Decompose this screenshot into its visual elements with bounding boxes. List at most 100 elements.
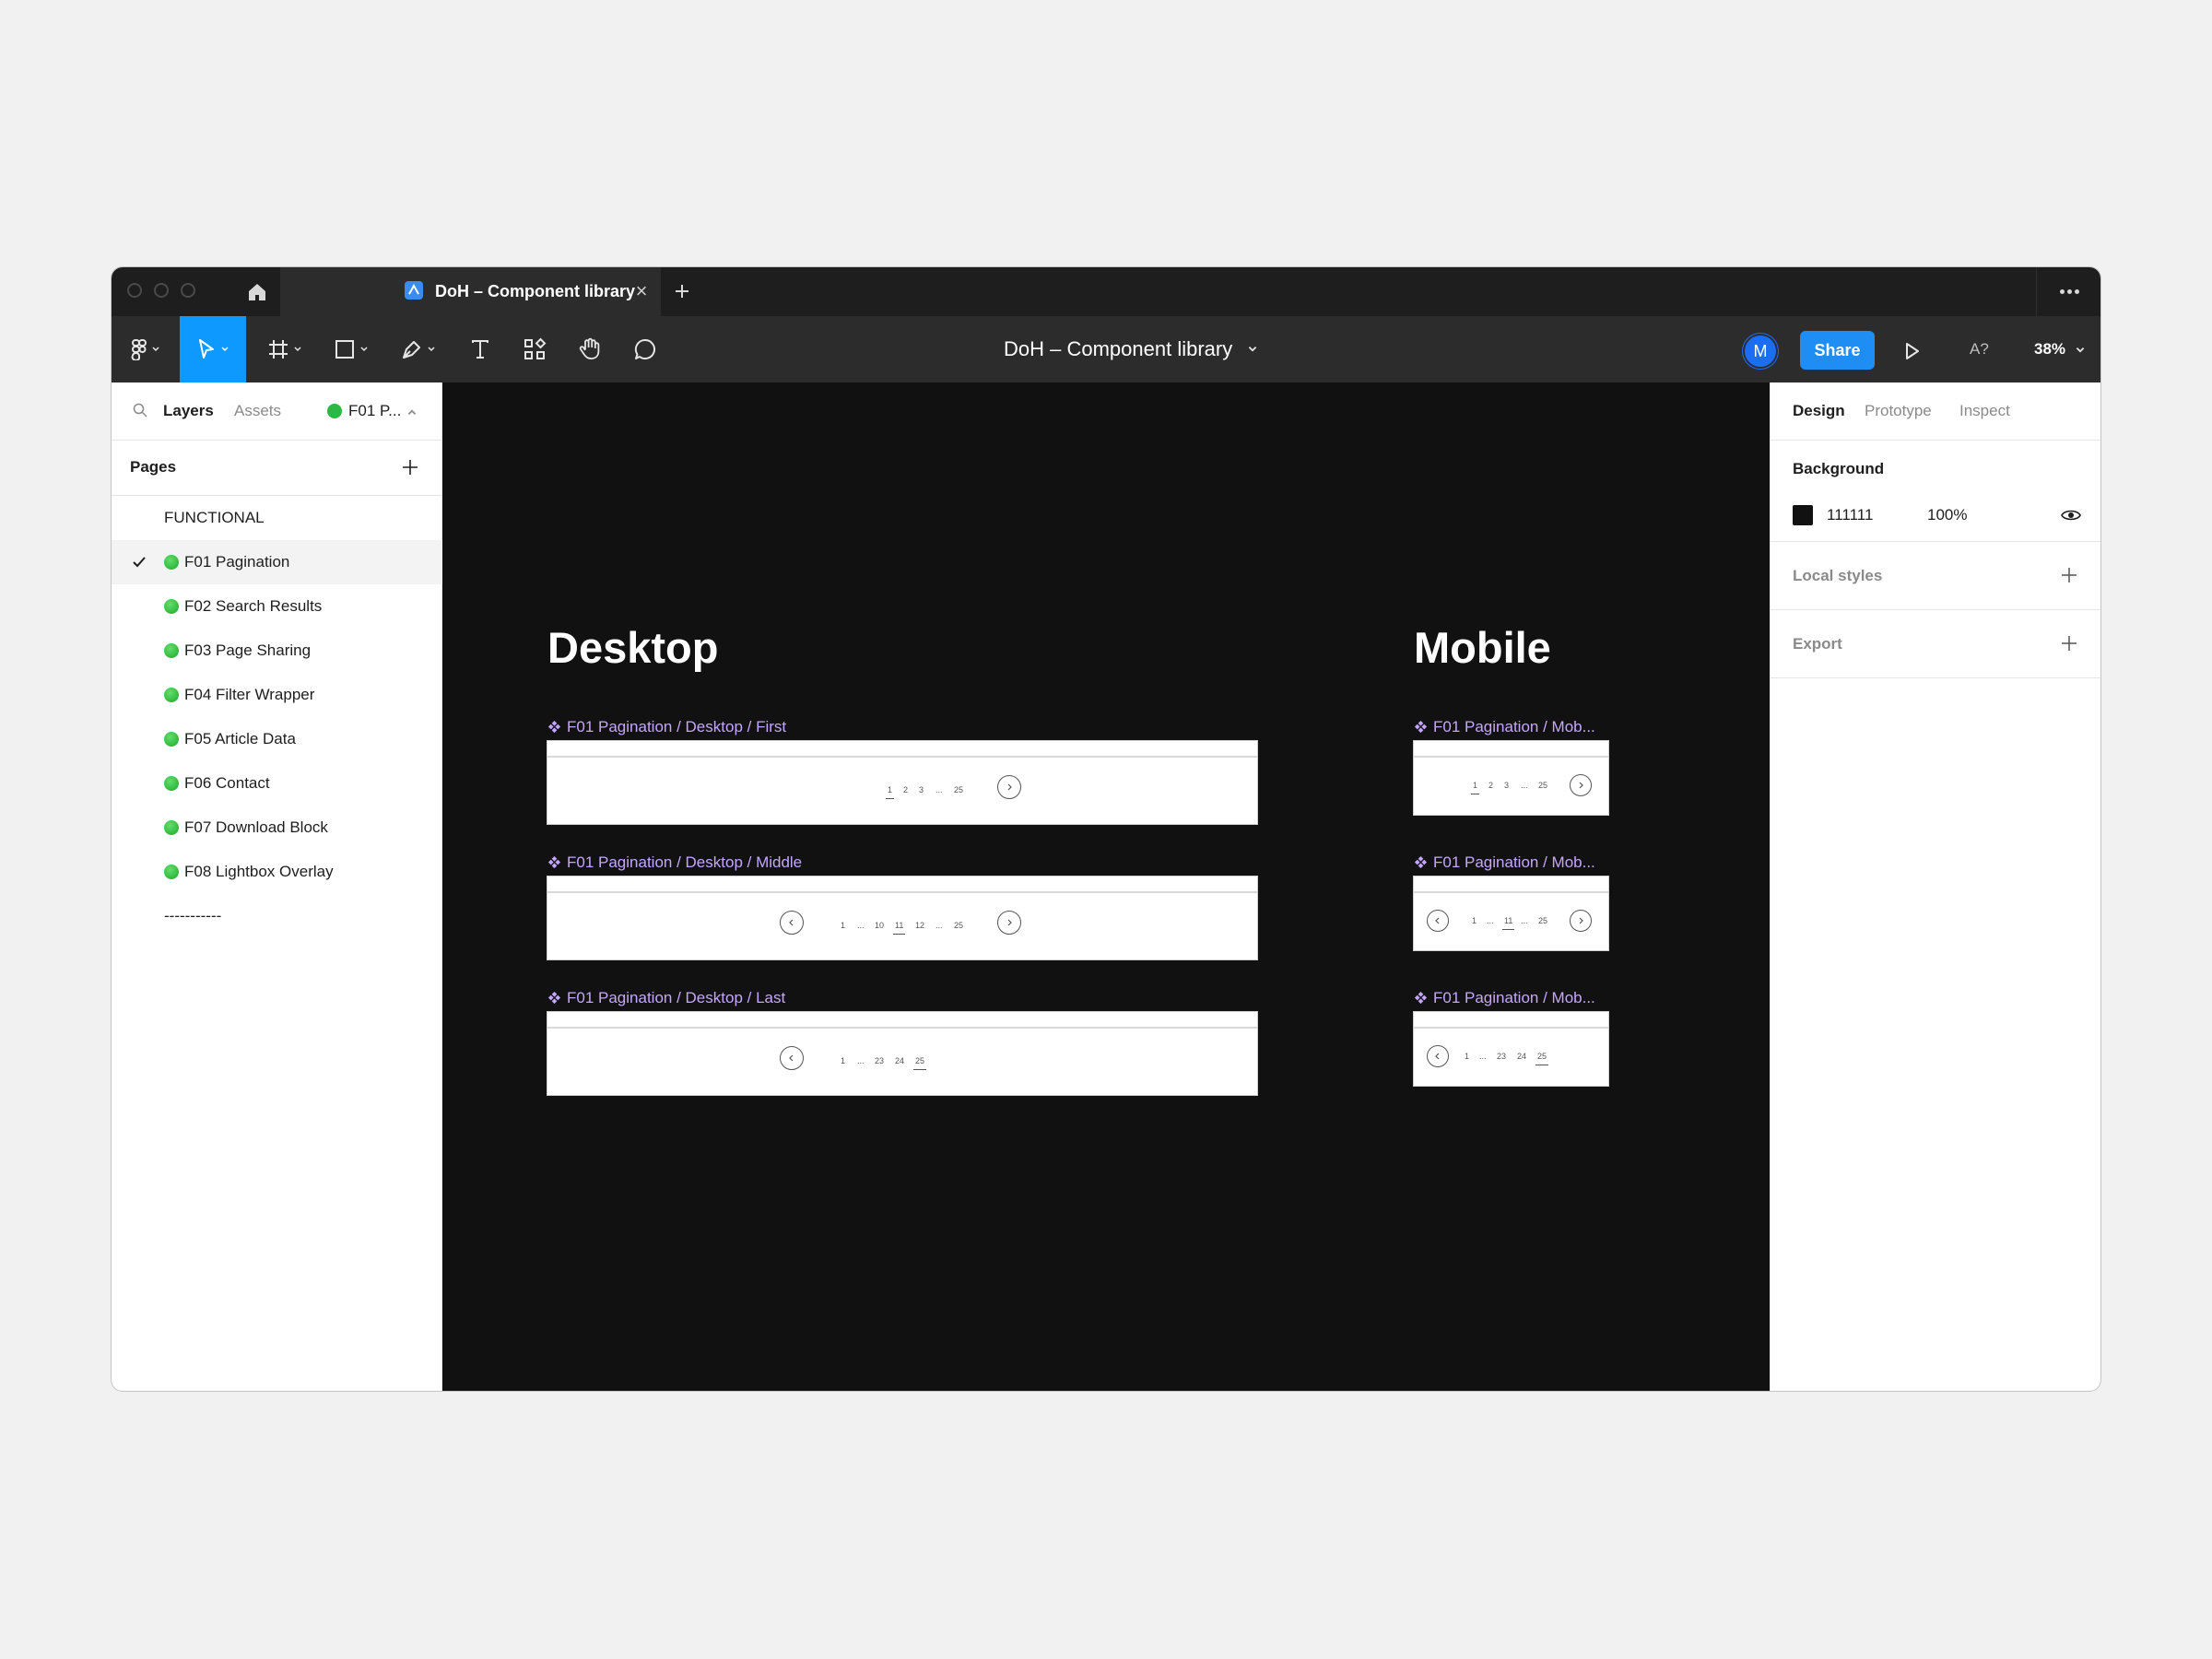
page-item-f05-article-data[interactable]: F05 Article Data <box>112 717 442 761</box>
document-title[interactable]: DoH – Component library <box>1004 316 1232 382</box>
page-number[interactable]: 25 <box>954 785 963 794</box>
page-item-divider[interactable]: ----------- <box>112 894 442 938</box>
page-number[interactable]: 24 <box>1517 1052 1526 1061</box>
window-minimize-button[interactable] <box>154 283 169 298</box>
page-item-f07-download-block[interactable]: F07 Download Block <box>112 806 442 850</box>
home-button[interactable] <box>234 267 280 316</box>
tab-design[interactable]: Design <box>1793 382 1845 440</box>
page-number[interactable]: 23 <box>875 1056 884 1065</box>
pagination-desktop-middle-frame[interactable]: 1 ... 10 11 12 ... 25 <box>547 877 1257 959</box>
page-item-f01-pagination[interactable]: F01 Pagination <box>112 540 442 584</box>
page-number[interactable]: 1 <box>1472 916 1477 925</box>
page-number[interactable]: 1 <box>885 785 895 799</box>
text-tool-button[interactable] <box>457 316 503 382</box>
chevron-down-icon[interactable] <box>1247 344 1258 355</box>
pagination-row: 1 2 3 ... 25 <box>547 784 1257 799</box>
tab-layers[interactable]: Layers <box>163 382 214 440</box>
chevron-right-icon <box>1007 783 1012 791</box>
page-number[interactable]: 2 <box>1488 781 1493 790</box>
more-menu-button[interactable] <box>2036 267 2100 316</box>
frame-label[interactable]: F01 Pagination / Desktop / Last <box>547 989 785 1007</box>
page-number[interactable]: 1 <box>841 921 845 930</box>
frame-tool-button[interactable] <box>257 316 312 382</box>
page-number[interactable]: 25 <box>912 1056 927 1070</box>
page-number[interactable]: 2 <box>903 785 908 794</box>
page-item-f02-search-results[interactable]: F02 Search Results <box>112 584 442 629</box>
background-hex-input[interactable]: 111111 <box>1827 505 1873 525</box>
missing-fonts-button[interactable]: A? <box>1970 316 1989 382</box>
page-item-f03-page-sharing[interactable]: F03 Page Sharing <box>112 629 442 673</box>
app-window: DoH – Component library × DoH – Componen… <box>112 267 2100 1391</box>
page-item-f08-lightbox-overlay[interactable]: F08 Lightbox Overlay <box>112 850 442 894</box>
page-number[interactable]: 25 <box>1535 1052 1549 1065</box>
share-button[interactable]: Share <box>1800 331 1875 370</box>
chevron-down-icon[interactable] <box>2075 345 2086 356</box>
window-zoom-button[interactable] <box>181 283 195 298</box>
frame-label[interactable]: F01 Pagination / Mob... <box>1414 989 1595 1007</box>
next-page-button[interactable] <box>997 775 1021 799</box>
add-style-plus-icon[interactable] <box>2059 565 2079 585</box>
current-page-switcher[interactable]: F01 P... <box>348 382 401 440</box>
page-number[interactable]: 11 <box>892 921 906 935</box>
move-tool-button[interactable] <box>180 316 246 382</box>
pagination-desktop-first-frame[interactable]: 1 2 3 ... 25 <box>547 741 1257 824</box>
page-number[interactable]: 23 <box>1497 1052 1506 1061</box>
divider <box>1414 891 1608 893</box>
zoom-level-button[interactable]: 38% <box>2034 316 2065 382</box>
add-export-plus-icon[interactable] <box>2059 633 2079 653</box>
eye-icon[interactable] <box>2061 506 2081 524</box>
page-item-f06-contact[interactable]: F06 Contact <box>112 761 442 806</box>
next-page-button[interactable] <box>1570 910 1592 932</box>
frame-label[interactable]: F01 Pagination / Mob... <box>1414 853 1595 872</box>
ellipsis: ... <box>857 1056 865 1065</box>
pagination-desktop-last-frame[interactable]: 1 ... 23 24 25 <box>547 1012 1257 1095</box>
resources-tool-button[interactable] <box>512 316 558 382</box>
page-number[interactable]: 25 <box>1538 781 1547 790</box>
new-tab-plus-icon[interactable] <box>670 279 694 303</box>
hand-tool-button[interactable] <box>567 316 613 382</box>
page-number[interactable]: 10 <box>875 921 884 930</box>
tab-prototype[interactable]: Prototype <box>1865 382 1932 440</box>
frame-label[interactable]: F01 Pagination / Mob... <box>1414 718 1595 736</box>
page-number[interactable]: 1 <box>1465 1052 1469 1061</box>
page-number[interactable]: 25 <box>1538 916 1547 925</box>
page-number[interactable]: 24 <box>895 1056 904 1065</box>
pagination-mobile-first-frame[interactable]: 1 2 3 ... 25 <box>1414 741 1608 815</box>
next-page-button[interactable] <box>997 911 1021 935</box>
comment-tool-button[interactable] <box>622 316 668 382</box>
file-tab[interactable]: DoH – Component library × <box>280 267 661 316</box>
page-item-f04-filter-wrapper[interactable]: F04 Filter Wrapper <box>112 673 442 717</box>
tab-close-button[interactable]: × <box>630 280 653 302</box>
page-number[interactable]: 3 <box>919 785 924 794</box>
page-number[interactable]: 1 <box>1470 781 1480 794</box>
avatar[interactable]: M <box>1745 335 1776 367</box>
background-opacity-input[interactable]: 100% <box>1927 505 1967 525</box>
tab-assets[interactable]: Assets <box>234 382 281 440</box>
component-icon <box>1414 720 1428 734</box>
home-icon <box>249 283 265 300</box>
background-color-swatch[interactable] <box>1793 505 1813 525</box>
pagination-mobile-last-frame[interactable]: 1 ... 23 24 25 <box>1414 1012 1608 1086</box>
chevron-up-icon[interactable] <box>406 406 418 418</box>
next-page-button[interactable] <box>1570 774 1592 796</box>
frame-label[interactable]: F01 Pagination / Desktop / Middle <box>547 853 802 872</box>
page-number[interactable]: 12 <box>915 921 924 930</box>
add-page-plus-icon[interactable] <box>399 456 421 478</box>
page-number[interactable]: 1 <box>841 1056 845 1065</box>
pagination-mobile-middle-frame[interactable]: 1 ... 11 ... 25 <box>1414 877 1608 950</box>
shape-tool-button[interactable] <box>324 316 379 382</box>
search-icon[interactable] <box>132 402 148 418</box>
page-item-functional[interactable]: FUNCTIONAL <box>112 496 442 540</box>
design-canvas[interactable]: Desktop Mobile F01 Pagination / Desktop … <box>442 382 1770 1391</box>
main-menu-button[interactable] <box>112 316 180 382</box>
page-number[interactable]: 11 <box>1501 916 1515 930</box>
component-icon <box>1414 991 1428 1005</box>
tab-inspect[interactable]: Inspect <box>1959 382 2010 440</box>
play-icon[interactable] <box>1895 335 1928 368</box>
page-number[interactable]: 25 <box>954 921 963 930</box>
section-title-desktop: Desktop <box>547 623 719 672</box>
window-close-button[interactable] <box>127 283 142 298</box>
pen-tool-button[interactable] <box>391 316 446 382</box>
frame-label[interactable]: F01 Pagination / Desktop / First <box>547 718 786 736</box>
page-number[interactable]: 3 <box>1504 781 1509 790</box>
